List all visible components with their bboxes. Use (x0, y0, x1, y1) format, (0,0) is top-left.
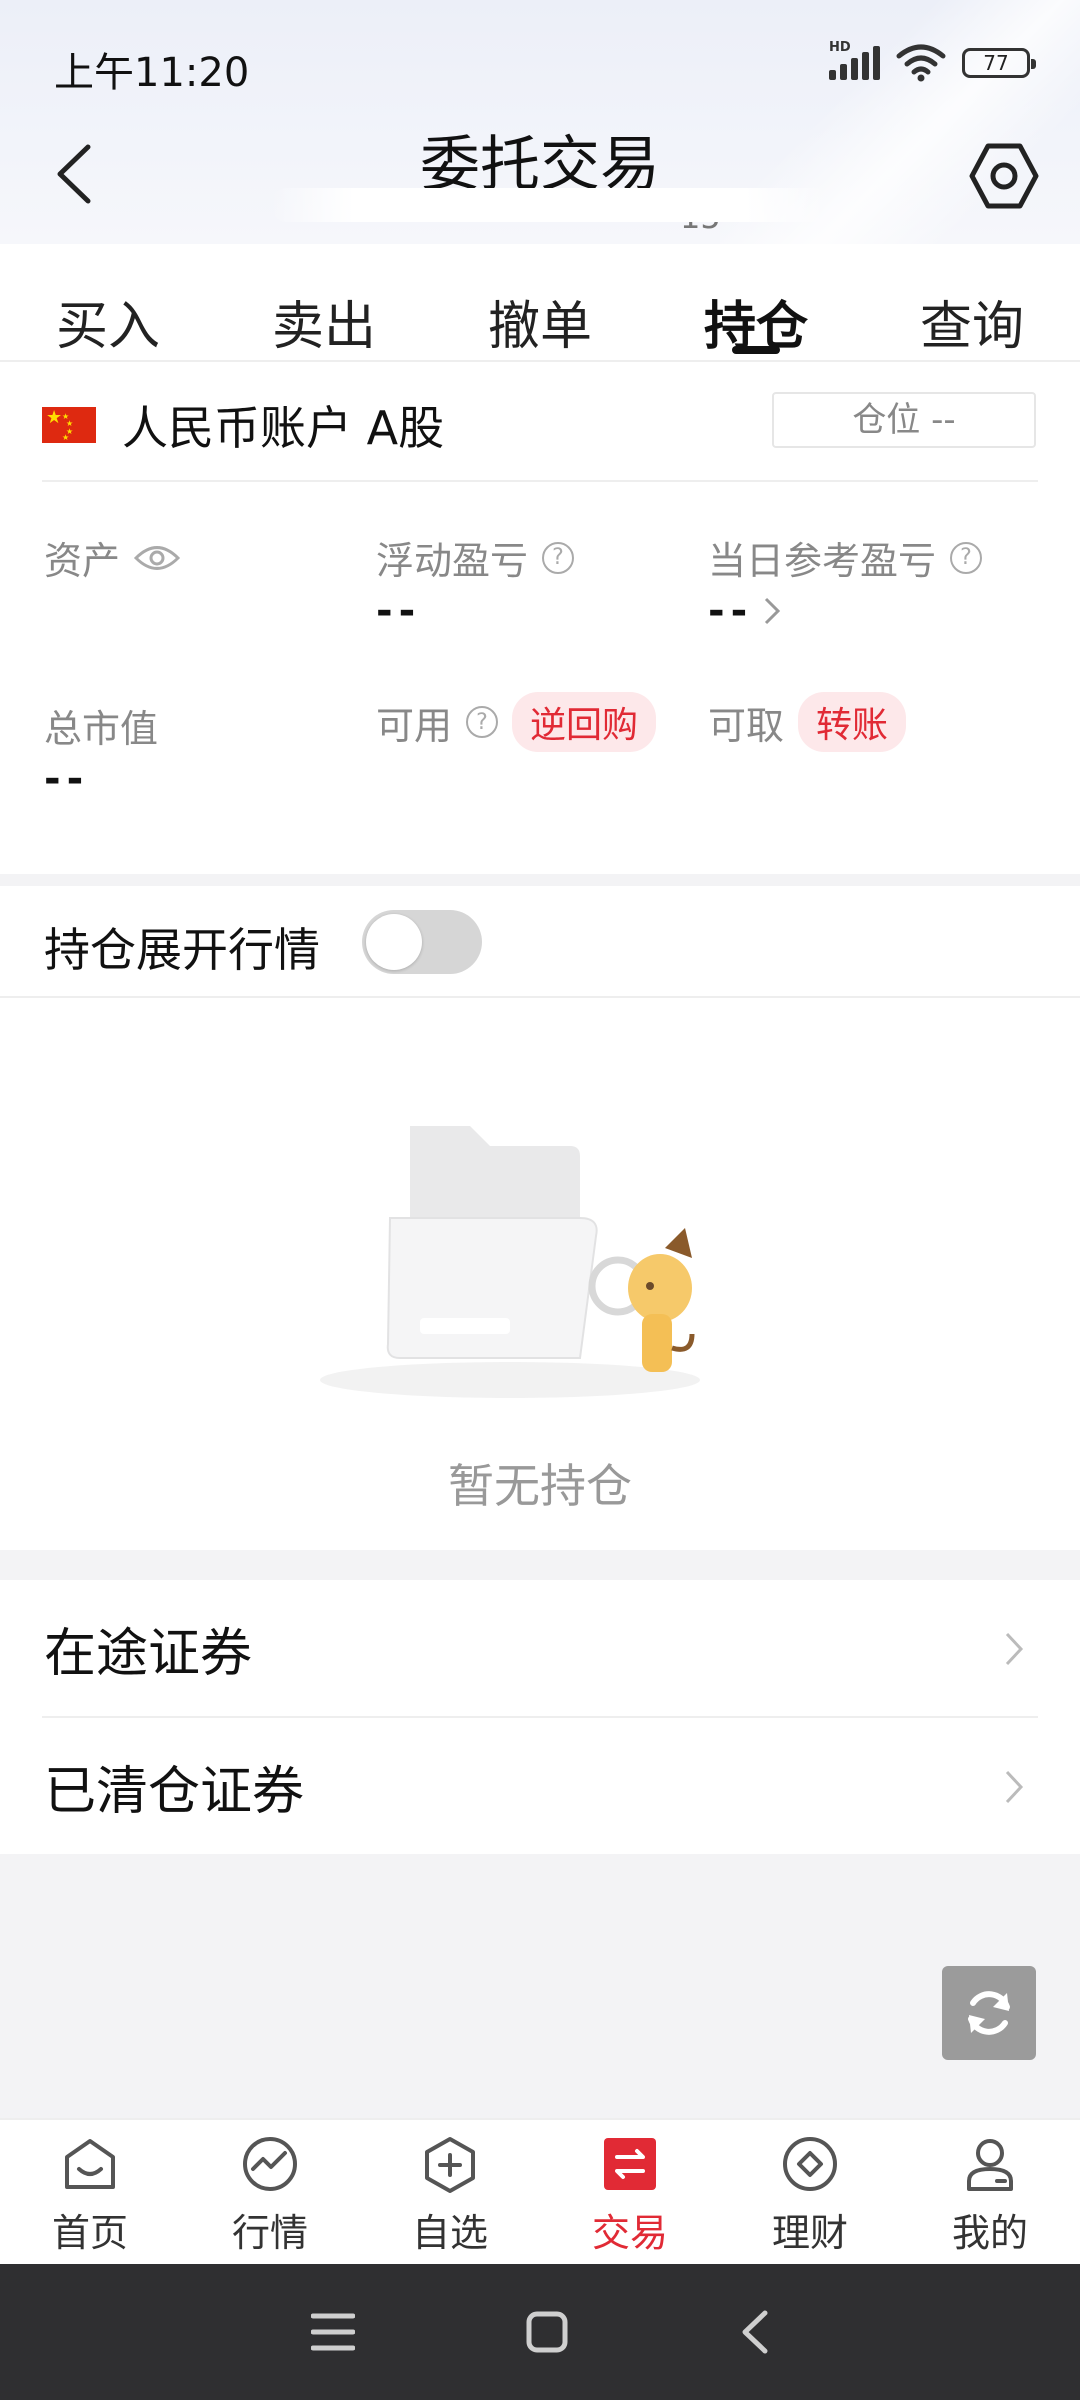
securities-list: 在途证券 已清仓证券 (0, 1580, 1080, 1854)
market-value-label: 总市值 (44, 707, 159, 751)
daily-pl-link[interactable]: -- (708, 588, 781, 634)
floating-pl-label: 浮动盈亏 (376, 539, 529, 583)
chevron-right-icon (1005, 1632, 1024, 1665)
home-square-icon[interactable] (525, 2310, 569, 2354)
holdings-empty-state: 暂无持仓 (0, 998, 1080, 1550)
settings-button[interactable] (968, 140, 1040, 212)
header: 上午11:20 HD 77 委托交易 15 (0, 0, 1080, 244)
nav-watchlist[interactable]: 自选 (360, 2120, 540, 2264)
help-icon[interactable]: ? (542, 541, 575, 574)
assets-metric: 资产 (44, 530, 181, 585)
account-name: 人民币账户 A股 (122, 401, 445, 455)
eye-icon[interactable] (134, 543, 181, 573)
floating-pl-metric: 浮动盈亏 ? (376, 530, 575, 585)
divider (42, 480, 1038, 482)
withdrawable-label: 可取 (708, 703, 785, 748)
refresh-button[interactable] (942, 1966, 1036, 2060)
nav-market[interactable]: 行情 (180, 2120, 360, 2264)
refresh-icon (968, 1991, 1010, 2035)
signal-icon: HD (829, 40, 880, 80)
nav-label: 首页 (51, 2211, 128, 2255)
nav-home[interactable]: 首页 (0, 2120, 180, 2264)
back-triangle-icon[interactable] (739, 2309, 769, 2355)
nav-label: 行情 (231, 2211, 308, 2255)
daily-pl-label: 当日参考盈亏 (708, 539, 937, 583)
chevron-right-icon (765, 597, 781, 625)
account-selector[interactable]: ★ ★ ★ ★ ★ 人民币账户 A股 (42, 392, 444, 458)
battery-icon: 77 (962, 48, 1036, 78)
settings-icon (969, 143, 1039, 209)
wealth-icon (780, 2134, 840, 2194)
expand-quotes-toggle[interactable] (362, 910, 482, 974)
tab-buy[interactable]: 买入 (0, 244, 216, 360)
status-time: 上午11:20 (54, 50, 250, 96)
menu-icon[interactable] (311, 2312, 355, 2352)
withdrawable-metric: 可取 转账 (708, 692, 907, 752)
market-value-value: -- (44, 756, 90, 802)
daily-pl-value: -- (708, 588, 754, 634)
assets-label: 资产 (44, 539, 121, 583)
market-value-metric: 总市值 (44, 698, 158, 753)
tab-sell[interactable]: 卖出 (216, 244, 432, 360)
account-card: ★ ★ ★ ★ ★ 人民币账户 A股 仓位 -- 资产 浮动盈亏 ? -- 当日… (0, 362, 1080, 874)
home-icon (60, 2134, 120, 2194)
expand-quotes-label: 持仓展开行情 (44, 923, 320, 977)
list-item-label: 已清仓证券 (44, 1762, 305, 1822)
cleared-securities-item[interactable]: 已清仓证券 (0, 1718, 1080, 1855)
nav-label: 交易 (591, 2211, 668, 2255)
redacted-account-info (270, 188, 830, 222)
floating-pl-value: -- (376, 588, 422, 634)
trade-tabs: 买入 卖出 撤单 持仓 查询 (0, 244, 1080, 362)
in-transit-securities-item[interactable]: 在途证券 (0, 1580, 1080, 1717)
trade-icon (600, 2134, 660, 2194)
available-label: 可用 (376, 703, 453, 748)
list-item-label: 在途证券 (44, 1624, 253, 1684)
empty-state-text: 暂无持仓 (448, 1459, 632, 1513)
tab-query[interactable]: 查询 (864, 244, 1080, 360)
status-icons: HD 77 (829, 40, 1036, 82)
chevron-right-icon (1005, 1770, 1024, 1803)
available-metric: 可用 ? 逆回购 (376, 692, 657, 752)
system-nav-bar (0, 2264, 1080, 2400)
expand-quotes-row: 持仓展开行情 (0, 886, 1080, 998)
nav-wealth[interactable]: 理财 (720, 2120, 900, 2264)
help-icon[interactable]: ? (950, 541, 983, 574)
profile-icon (960, 2134, 1020, 2194)
tab-cancel-order[interactable]: 撤单 (432, 244, 648, 360)
watchlist-icon (420, 2134, 480, 2194)
help-icon[interactable]: ? (466, 706, 499, 738)
nav-label: 我的 (951, 2211, 1028, 2255)
bottom-nav: 首页 行情 自选 交易 理财 我的 (0, 2118, 1080, 2264)
daily-pl-metric: 当日参考盈亏 ? (708, 530, 983, 585)
nav-profile[interactable]: 我的 (900, 2120, 1080, 2264)
position-ratio: 仓位 -- (772, 392, 1036, 448)
nav-label: 自选 (411, 2211, 488, 2255)
china-flag-icon: ★ ★ ★ ★ ★ (42, 407, 96, 443)
nav-label: 理财 (771, 2211, 848, 2255)
transfer-button[interactable]: 转账 (798, 692, 907, 752)
wifi-icon (896, 44, 946, 82)
nav-trade[interactable]: 交易 (540, 2120, 720, 2264)
tab-holdings[interactable]: 持仓 (648, 244, 864, 360)
reverse-repo-button[interactable]: 逆回购 (512, 692, 657, 752)
market-icon (240, 2134, 300, 2194)
empty-folder-illustration (320, 1126, 700, 1398)
